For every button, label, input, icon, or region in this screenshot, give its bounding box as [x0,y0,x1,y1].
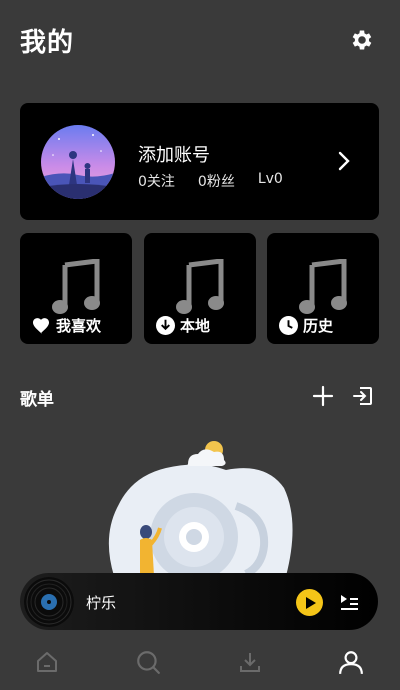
nav-profile[interactable] [338,649,364,675]
page-title: 我的 [20,28,75,58]
music-note-icon [299,259,347,314]
chevron-right-icon[interactable] [337,150,351,172]
bottom-nav [0,635,400,690]
following-count[interactable]: 0关注 [138,171,175,191]
play-button[interactable] [296,589,323,616]
quick-label: 本地 [180,317,211,335]
quick-local[interactable]: 本地 [144,233,256,344]
quick-liked[interactable]: 我喜欢 [20,233,132,344]
avatar[interactable] [41,125,115,199]
settings-button[interactable] [348,26,376,54]
profile-stats: 0关注 0粉丝 Lv0 [138,171,283,191]
profile-card[interactable]: 添加账号 0关注 0粉丝 Lv0 [20,103,379,220]
account-name[interactable]: 添加账号 [138,141,210,167]
search-icon [137,651,160,674]
music-note-icon [176,259,224,314]
user-icon [339,651,363,674]
heart-icon [31,316,51,336]
vinyl-disc-icon[interactable] [24,577,74,627]
now-playing-title[interactable]: 柠乐 [86,592,116,613]
mini-player[interactable]: 柠乐 [20,573,378,630]
download-icon [240,653,260,672]
play-icon [305,596,316,609]
level-badge: Lv0 [257,171,283,187]
plus-icon[interactable] [312,385,334,407]
home-icon [37,652,57,672]
followers-count[interactable]: 0粉丝 [198,171,235,191]
playlists-title: 歌单 [20,390,54,410]
nav-home[interactable] [34,649,60,675]
empty-playlist-illustration [108,441,293,576]
quick-label: 我喜欢 [56,317,102,335]
quick-history[interactable]: 历史 [267,233,379,344]
header: 我的 [0,0,400,80]
quick-label: 历史 [303,317,334,335]
playlist-icon[interactable] [338,591,360,613]
clock-icon [278,316,298,336]
download-circle-icon [155,316,175,336]
nav-search[interactable] [135,649,161,675]
import-icon[interactable] [352,385,374,407]
music-note-icon [52,259,100,314]
gear-icon [352,30,372,50]
nav-download[interactable] [237,649,263,675]
